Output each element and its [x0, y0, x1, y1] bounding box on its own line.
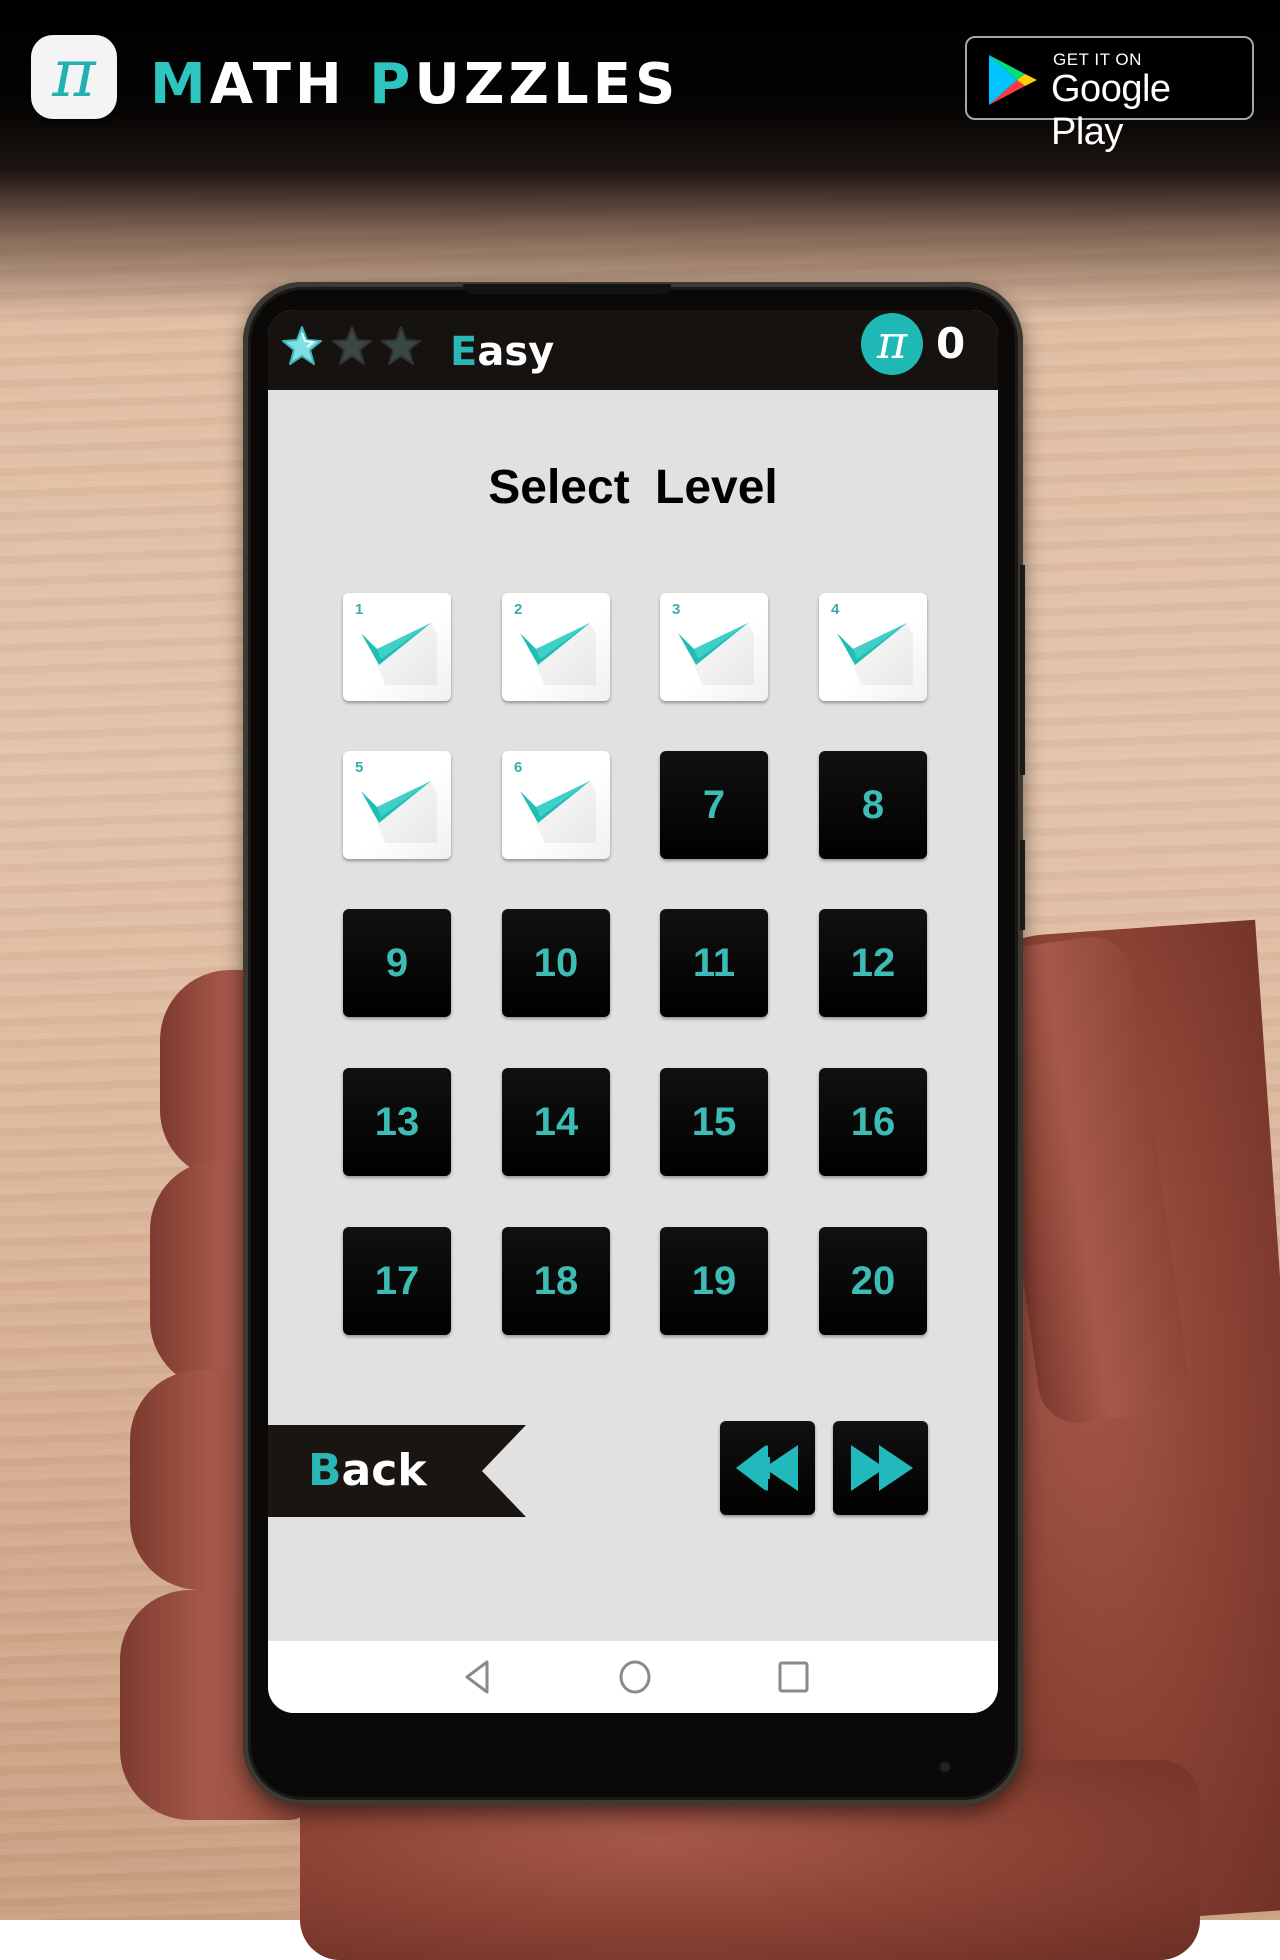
level-tile-locked[interactable]: 18 — [502, 1227, 610, 1335]
level-tile-locked[interactable]: 9 — [343, 909, 451, 1017]
difficulty-label: Easy — [450, 322, 554, 382]
checkmark-icon — [361, 623, 437, 685]
pi-symbol-icon: π — [52, 35, 96, 112]
difficulty-rest: asy — [477, 329, 555, 375]
level-tile-locked[interactable]: 20 — [819, 1227, 927, 1335]
level-number: 10 — [533, 940, 579, 985]
level-tile-locked[interactable]: 15 — [660, 1068, 768, 1176]
level-number: 16 — [850, 1099, 896, 1144]
app-icon: π — [31, 35, 117, 119]
level-number: 14 — [533, 1099, 579, 1144]
phone-sensor — [940, 1762, 950, 1772]
level-tile-completed[interactable]: 2 — [502, 593, 610, 701]
level-number: 12 — [850, 940, 896, 985]
app-title-math-rest: ATH — [209, 52, 370, 117]
level-tile-locked[interactable]: 10 — [502, 909, 610, 1017]
phone-screen: Easy π 0 Select Level 1 2 3 4 5 6 7 8 9 10 11 12 13 1… — [268, 310, 998, 1713]
fast-forward-icon — [851, 1445, 913, 1491]
level-tile-completed[interactable]: 1 — [343, 593, 451, 701]
phone-speaker-notch — [463, 284, 671, 294]
game-top-bar: Easy π 0 — [268, 310, 998, 390]
app-title: MATH PUZZLES — [150, 50, 679, 120]
back-button[interactable]: Back — [268, 1425, 526, 1517]
level-number: 11 — [692, 940, 736, 985]
pi-coin-icon: π — [861, 313, 923, 375]
level-tile-locked[interactable]: 8 — [819, 751, 927, 859]
level-tile-locked[interactable]: 14 — [502, 1068, 610, 1176]
level-tile-locked[interactable]: 12 — [819, 909, 927, 1017]
level-tile-locked[interactable]: 11 — [660, 909, 768, 1017]
level-number: 7 — [702, 782, 726, 827]
level-tile-locked[interactable]: 13 — [343, 1068, 451, 1176]
coin-count: 0 — [936, 319, 966, 368]
level-number: 13 — [374, 1099, 420, 1144]
difficulty-initial: E — [450, 329, 478, 375]
level-tile-completed[interactable]: 6 — [502, 751, 610, 859]
system-navigation-bar — [268, 1641, 998, 1713]
level-number: 20 — [850, 1258, 896, 1303]
checkmark-icon — [520, 781, 596, 843]
level-tile-completed[interactable]: 3 — [660, 593, 768, 701]
back-rest: ack — [341, 1445, 427, 1496]
google-play-icon — [989, 55, 1037, 105]
phone-side-button — [1020, 840, 1025, 930]
level-tile-completed[interactable]: 5 — [343, 751, 451, 859]
rewind-icon — [736, 1445, 798, 1491]
back-initial: B — [308, 1445, 342, 1496]
level-number: 15 — [691, 1099, 737, 1144]
page-title: Select Level — [488, 461, 778, 514]
level-number: 18 — [533, 1258, 579, 1303]
level-number: 8 — [861, 782, 885, 827]
star-icon-empty — [381, 326, 421, 365]
level-number: 9 — [385, 940, 409, 985]
level-tile-completed[interactable]: 4 — [819, 593, 927, 701]
nav-back-icon[interactable] — [461, 1659, 497, 1695]
checkmark-icon — [837, 623, 913, 685]
app-title-m: M — [150, 52, 210, 117]
nav-home-icon[interactable] — [617, 1659, 653, 1695]
previous-page-button[interactable] — [720, 1421, 815, 1515]
back-label: Back — [308, 1443, 427, 1499]
next-page-button[interactable] — [833, 1421, 928, 1515]
app-title-puzzles-rest: UZZLES — [414, 52, 680, 117]
badge-large-text: Google Play — [1051, 68, 1171, 153]
pi-symbol: π — [876, 315, 908, 369]
google-play-badge[interactable]: GET IT ON Google Play — [965, 36, 1254, 153]
nav-recents-icon[interactable] — [775, 1659, 811, 1695]
badge-small-text: GET IT ON — [1053, 50, 1142, 69]
phone-side-button — [1020, 565, 1025, 775]
level-tile-locked[interactable]: 16 — [819, 1068, 927, 1176]
level-tile-locked[interactable]: 7 — [660, 751, 768, 859]
checkmark-icon — [361, 781, 437, 843]
level-number: 17 — [374, 1258, 420, 1303]
star-icon-earned — [282, 326, 322, 365]
level-tile-locked[interactable]: 17 — [343, 1227, 451, 1335]
level-tile-locked[interactable]: 19 — [660, 1227, 768, 1335]
app-title-p: P — [369, 52, 415, 117]
checkmark-icon — [520, 623, 596, 685]
star-icon-empty — [332, 326, 372, 365]
level-number: 19 — [691, 1258, 737, 1303]
checkmark-icon — [678, 623, 754, 685]
